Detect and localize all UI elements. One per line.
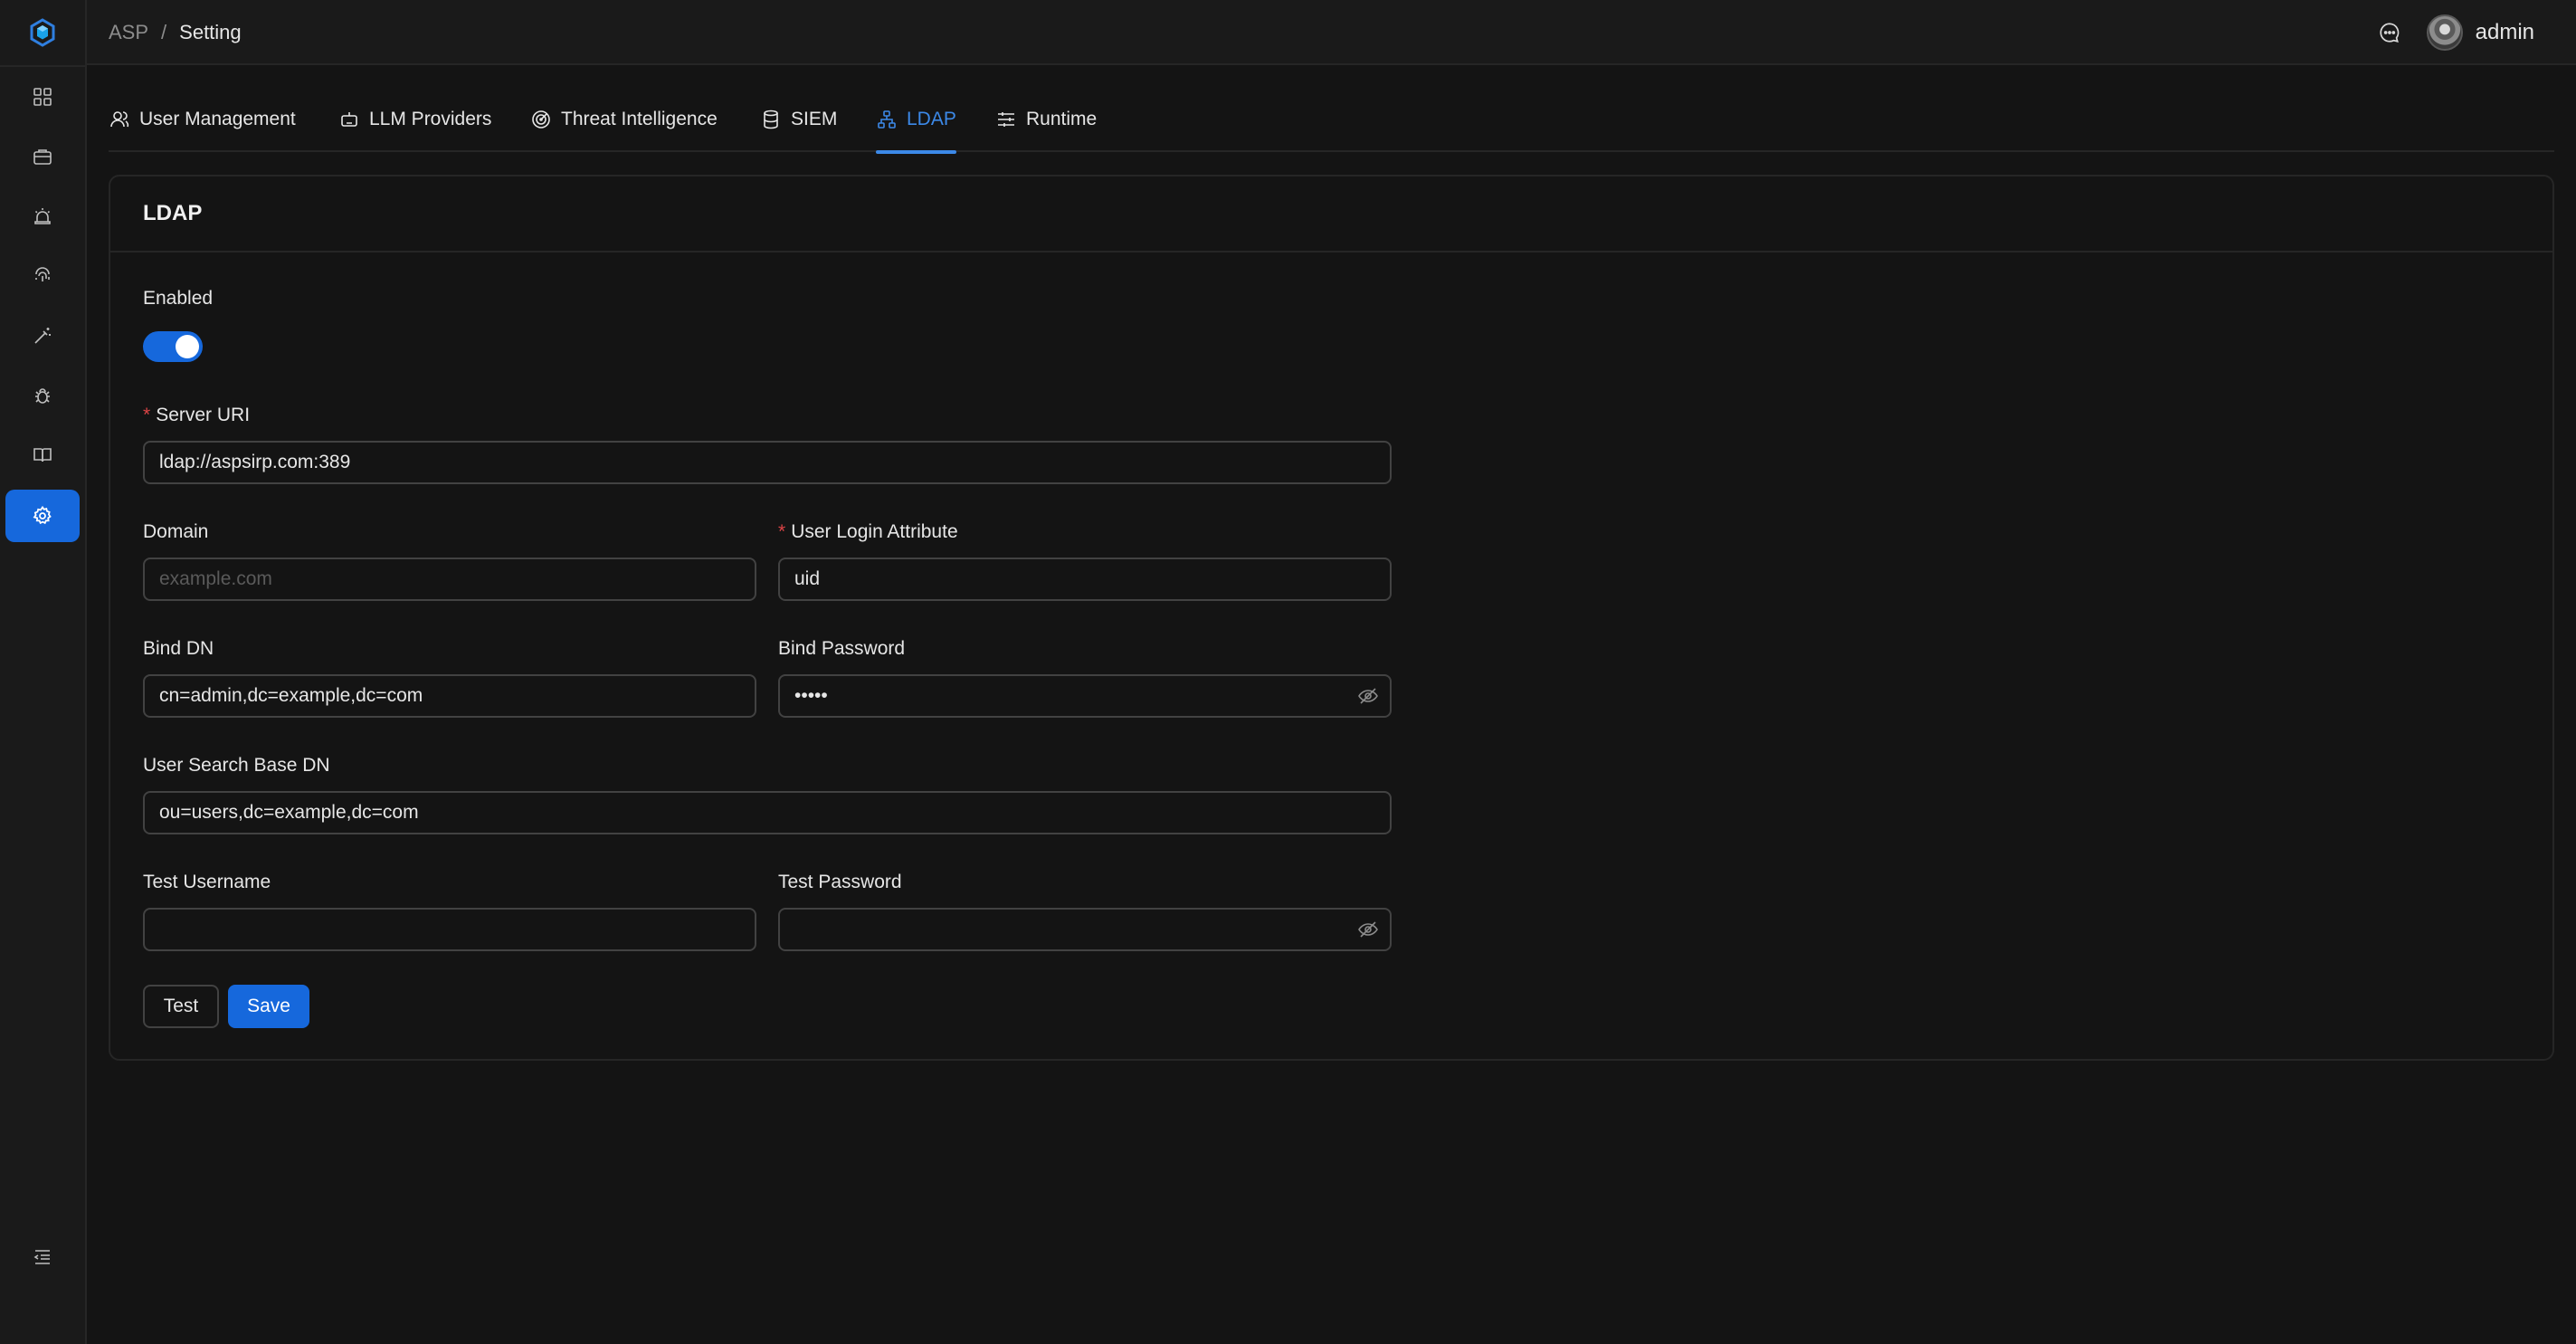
gear-icon	[33, 505, 52, 525]
alarm-icon	[34, 208, 51, 224]
tab-llm-providers[interactable]: LLM Providers	[338, 87, 491, 152]
bind-password-label-text: Bind Password	[778, 638, 906, 659]
app-root: ASP / Setting admin User Management LLM …	[0, 0, 2576, 1344]
user-icon	[110, 111, 129, 128]
tab-runtime[interactable]: Runtime	[995, 87, 1097, 152]
test-button[interactable]: Test	[143, 985, 219, 1028]
sidebar-item-alerts[interactable]	[5, 190, 80, 243]
app-logo[interactable]	[0, 0, 85, 65]
sidebar-item-automation[interactable]	[5, 310, 80, 362]
bind-dn-label: Bind DN	[143, 638, 214, 660]
test-username-label: Test Username	[143, 872, 271, 893]
user-name: admin	[2475, 20, 2534, 44]
logo-icon	[30, 18, 55, 47]
enabled-label-text: Enabled	[143, 288, 214, 309]
domain-label: Domain	[143, 521, 208, 543]
sidebar-item-vulnerabilities[interactable]	[5, 369, 80, 422]
test-password-input[interactable]	[778, 908, 1392, 951]
chat-icon	[2380, 23, 2400, 43]
test-password-field	[778, 908, 1392, 951]
sidebar-item-identity[interactable]	[5, 250, 80, 302]
user-login-attribute-input[interactable]	[778, 558, 1392, 601]
test-username-input[interactable]	[143, 908, 756, 951]
user-login-attribute-label-text: User Login Attribute	[791, 521, 958, 542]
server-uri-label-text: Server URI	[156, 405, 251, 425]
briefcase-icon	[33, 149, 52, 165]
user-login-attribute-label: * User Login Attribute	[778, 521, 958, 543]
book-icon	[33, 448, 52, 462]
radar-icon	[532, 110, 550, 129]
sidebar-divider	[0, 65, 85, 67]
tab-user-management[interactable]: User Management	[109, 87, 296, 152]
user-search-base-dn-label: User Search Base DN	[143, 755, 330, 777]
tab-label: LDAP	[907, 109, 956, 129]
server-uri-label: * Server URI	[143, 405, 250, 426]
avatar	[2426, 14, 2463, 51]
sidebar	[0, 0, 87, 1344]
breadcrumb-separator: /	[161, 21, 167, 43]
test-password-label: Test Password	[778, 872, 902, 893]
tab-label: SIEM	[791, 109, 838, 129]
tab-threat-intelligence[interactable]: Threat Intelligence	[530, 87, 718, 152]
fingerprint-icon	[35, 267, 50, 281]
required-mark: *	[143, 405, 151, 425]
top-header: ASP / Setting admin	[87, 0, 2576, 65]
enabled-label: Enabled	[143, 288, 213, 310]
test-password-label-text: Test Password	[778, 872, 902, 892]
toggle-knob	[176, 335, 199, 358]
sidebar-item-dashboard[interactable]	[5, 71, 80, 123]
bug-icon	[35, 388, 50, 404]
tab-label: LLM Providers	[369, 109, 492, 129]
bind-password-label: Bind Password	[778, 638, 905, 660]
tab-label: User Management	[139, 109, 296, 129]
tab-ldap[interactable]: LDAP	[876, 87, 956, 154]
settings-tabs: User Management LLM Providers Threat Int…	[109, 87, 2554, 154]
sliders-icon	[998, 112, 1014, 127]
bind-password-input[interactable]	[778, 674, 1392, 718]
sidebar-item-knowledge[interactable]	[5, 429, 80, 481]
enabled-toggle[interactable]	[143, 331, 203, 362]
user-search-base-dn-input[interactable]	[143, 791, 1392, 834]
sidebar-item-cases[interactable]	[5, 130, 80, 183]
database-icon	[764, 110, 778, 129]
sidebar-item-settings[interactable]	[5, 490, 80, 542]
magic-wand-icon	[34, 328, 51, 344]
card-title: LDAP	[110, 176, 2552, 253]
chat-button[interactable]	[2373, 16, 2406, 49]
eye-invisible-icon[interactable]	[1357, 919, 1379, 940]
required-mark: *	[778, 521, 786, 542]
ldap-settings-card: LDAP Enabled *Server URI Domain *User Lo…	[109, 175, 2554, 1061]
tab-label: Runtime	[1026, 109, 1098, 129]
robot-icon	[341, 112, 357, 127]
user-search-base-dn-label-text: User Search Base DN	[143, 755, 330, 776]
menu-fold-icon	[33, 1250, 50, 1264]
sidebar-collapse-button[interactable]	[5, 1231, 80, 1283]
tab-siem[interactable]: SIEM	[760, 87, 837, 152]
breadcrumb: ASP / Setting	[109, 0, 242, 65]
breadcrumb-root[interactable]: ASP	[109, 21, 148, 44]
bind-password-field	[778, 674, 1392, 718]
breadcrumb-current: Setting	[179, 21, 242, 43]
save-button[interactable]: Save	[228, 985, 309, 1028]
cluster-icon	[878, 110, 896, 129]
bind-dn-input[interactable]	[143, 674, 756, 718]
test-username-label-text: Test Username	[143, 872, 271, 892]
domain-input[interactable]	[143, 558, 756, 601]
user-menu[interactable]: admin	[2426, 13, 2534, 52]
eye-invisible-icon[interactable]	[1357, 685, 1379, 707]
domain-label-text: Domain	[143, 521, 209, 542]
tab-label: Threat Intelligence	[561, 109, 718, 129]
bind-dn-label-text: Bind DN	[143, 638, 214, 659]
server-uri-input[interactable]	[143, 441, 1392, 484]
dashboard-icon	[33, 88, 52, 106]
